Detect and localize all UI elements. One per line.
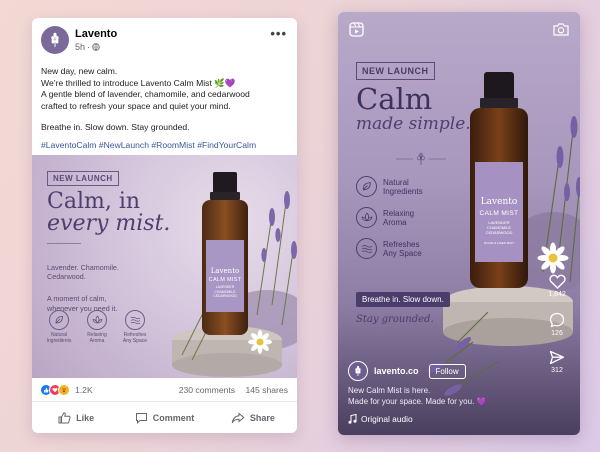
like-label: Like	[76, 413, 95, 423]
feature-label: Refreshes Any Space	[122, 332, 148, 344]
reel-shares-count: 312	[551, 367, 563, 374]
reel-new-launch-badge: NEW LAUNCH	[356, 62, 435, 80]
send-icon	[549, 350, 565, 365]
wow-reaction-icon	[58, 384, 70, 396]
feature-label: Relaxing Aroma	[87, 332, 107, 344]
post-line-1: New day, new calm.	[41, 66, 118, 76]
lavender-logo-icon	[51, 32, 59, 47]
reel-bottle-footer: ROOM & LINEN MIST	[484, 241, 514, 245]
reel-headline-2: made simple.	[356, 114, 471, 134]
reel-comment-button[interactable]: 126	[544, 312, 570, 337]
post-text: New day, new calm. We’re thrilled to int…	[32, 62, 297, 151]
bottle-product: CALM MIST	[208, 277, 242, 283]
reel-headline: Calm made simple.	[356, 84, 471, 134]
bottle-label: Lavento CALM MIST LAVENDER CHAMOMILE CED…	[206, 267, 244, 299]
reel-audio[interactable]: Original audio	[348, 414, 413, 424]
notes-text: Lavender. Chamomile. Cedarwood.	[47, 262, 119, 282]
hashtags[interactable]: #LaventoCalm #NewLaunch #RoomMist #FindY…	[41, 140, 288, 152]
comment-bubble-icon	[549, 312, 565, 328]
lotus-icon	[356, 207, 377, 228]
lavender-logo-icon	[355, 365, 361, 376]
reactions-count: 1.2K	[75, 385, 93, 395]
post-line-2: We’re thrilled to introduce Lavento Calm…	[41, 77, 236, 88]
reel-avatar[interactable]	[348, 361, 368, 381]
reel-share-button[interactable]: 312	[544, 350, 570, 374]
share-label: Share	[249, 413, 275, 423]
reel-pill-text: Breathe in. Slow down.	[356, 292, 450, 307]
heart-icon	[548, 274, 566, 289]
like-button[interactable]: Like	[32, 403, 120, 433]
shares-count[interactable]: 145 shares	[245, 385, 288, 395]
new-launch-badge: NEW LAUNCH	[47, 171, 119, 186]
reel-feature-label: Refreshes Any Space	[383, 239, 422, 258]
reel-subline: Stay grounded.	[356, 314, 434, 325]
divider	[47, 243, 81, 244]
headline-line-2: every mist.	[47, 211, 171, 236]
thumbs-up-icon	[58, 412, 71, 424]
reel-headline-1: Calm	[356, 82, 433, 116]
feature-aroma: Relaxing Aroma	[82, 310, 112, 344]
reel-caption[interactable]: New Calm Mist is here. Made for your spa…	[348, 385, 486, 407]
feature-refresh: Refreshes Any Space	[120, 310, 150, 344]
reel-like-button[interactable]: 1,842	[544, 274, 570, 298]
engagement-stats: 1.2K 230 comments 145 shares	[32, 378, 297, 402]
bottle-notes: LAVENDER CHAMOMILE CEDARWOOD	[213, 285, 237, 298]
share-arrow-icon	[231, 412, 245, 424]
page-name[interactable]: Lavento	[75, 28, 117, 40]
share-button[interactable]: Share	[209, 403, 297, 433]
post-actions: Like Comment Share	[32, 403, 297, 433]
post-time: 5h ·	[75, 42, 100, 52]
reel-likes-count: 1,842	[548, 291, 566, 298]
reel-feature-list: Natural Ingredients Relaxing Aroma Refre…	[356, 175, 423, 268]
reel-bottle-notes: LAVENDER CHAMOMILE CEDARWOOD	[485, 220, 513, 235]
music-note-icon	[348, 414, 357, 424]
creative-headline: Calm, in every mist.	[47, 191, 197, 235]
post-image[interactable]: Lavento CALM MIST LAVENDER CHAMOMILE CED…	[32, 155, 297, 378]
reel-feature-aroma: Relaxing Aroma	[356, 206, 423, 229]
post-line-3: A gentle blend of lavender, chamomile, a…	[41, 89, 250, 111]
comments-count[interactable]: 230 comments	[179, 385, 235, 395]
feature-list: Natural Ingredients Relaxing Aroma Refre…	[44, 310, 150, 344]
reel-feature-refresh: Refreshes Any Space	[356, 237, 423, 260]
comment-button[interactable]: Comment	[120, 403, 208, 433]
feature-label: Natural Ingredients	[46, 332, 72, 344]
reel-comments-count: 126	[551, 330, 563, 337]
reactions-summary[interactable]: 1.2K	[40, 384, 93, 396]
post-time-text: 5h	[75, 42, 86, 52]
reel-card[interactable]: Lavento CALM MIST LAVENDER CHAMOMILE CED…	[338, 12, 580, 435]
comment-label: Comment	[152, 413, 195, 423]
reel-bottle-label: Lavento CALM MIST LAVENDER CHAMOMILE CED…	[475, 197, 523, 245]
reels-icon[interactable]	[349, 22, 364, 42]
feature-natural: Natural Ingredients	[44, 310, 74, 344]
globe-icon	[92, 43, 100, 51]
camera-icon[interactable]	[553, 22, 569, 41]
post-line-4: Breathe in. Slow down. Stay grounded.	[41, 122, 190, 132]
audio-label: Original audio	[361, 414, 413, 424]
follow-button[interactable]: Follow	[428, 363, 466, 379]
reel-username[interactable]: lavento.co	[374, 366, 419, 376]
lotus-icon	[87, 310, 107, 330]
comment-bubble-icon	[135, 413, 147, 424]
reel-feature-label: Natural Ingredients	[383, 177, 423, 196]
sprig-divider-icon	[396, 152, 446, 171]
post-header: Lavento 5h · •••	[32, 18, 297, 62]
waves-icon	[356, 238, 377, 259]
reel-bottle-product: CALM MIST	[479, 210, 519, 217]
leaf-icon	[356, 176, 377, 197]
bottle-brand: Lavento	[210, 267, 240, 275]
waves-icon	[125, 310, 145, 330]
comment-share-counts: 230 comments 145 shares	[171, 385, 288, 395]
reel-feature-label: Relaxing Aroma	[383, 208, 415, 227]
facebook-post-card: Lavento 5h · ••• New day, new calm. We’r…	[32, 18, 297, 433]
page-avatar[interactable]	[41, 26, 69, 54]
reel-bottle-brand: Lavento	[480, 197, 518, 207]
reel-feature-natural: Natural Ingredients	[356, 175, 423, 198]
reel-author: lavento.co Follow	[348, 361, 466, 381]
leaf-icon	[49, 310, 69, 330]
more-options-icon[interactable]: •••	[270, 26, 287, 41]
